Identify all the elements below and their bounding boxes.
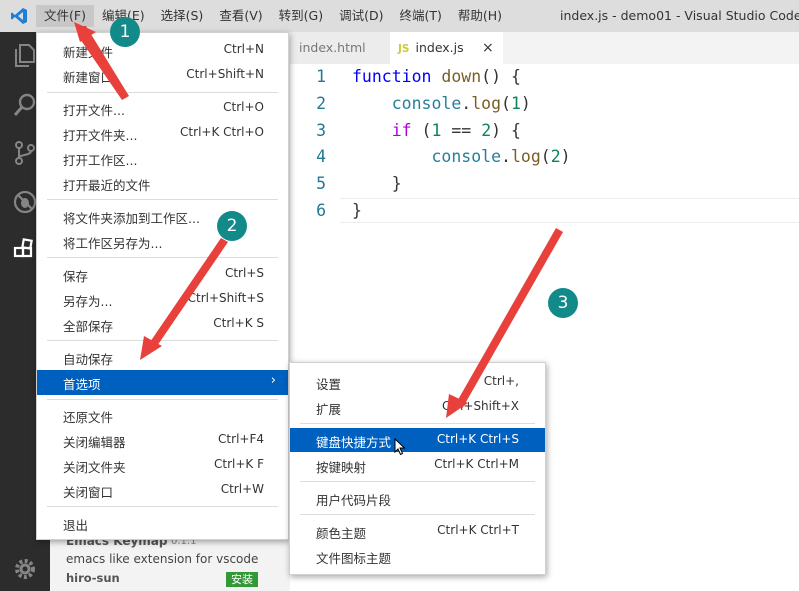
vscode-logo-icon <box>11 8 27 24</box>
mouse-cursor-icon <box>394 438 406 456</box>
menu-item-save-as[interactable]: 另存为... Ctrl+Shift+S <box>37 287 288 312</box>
submenu-item-file-icon-theme[interactable]: 文件图标主题 <box>290 544 545 568</box>
menu-go[interactable]: 转到(G) <box>271 5 331 27</box>
gear-icon[interactable] <box>12 556 38 582</box>
menu-separator <box>47 92 278 93</box>
code-line: console.log(2) <box>431 147 571 166</box>
preferences-submenu: 设置 Ctrl+, 扩展 Ctrl+Shift+X 键盘快捷方式 Ctrl+K Ctr… <box>289 362 546 575</box>
tab-index-html[interactable]: index.html <box>290 32 390 64</box>
menu-separator <box>300 514 535 515</box>
install-button[interactable]: 安装 <box>226 572 258 587</box>
extensions-icon[interactable] <box>12 238 38 264</box>
submenu-item-keyboard-shortcuts[interactable]: 键盘快捷方式 Ctrl+K Ctrl+S <box>290 428 545 452</box>
submenu-item-color-theme[interactable]: 颜色主题 Ctrl+K Ctrl+T <box>290 519 545 543</box>
menu-item-save[interactable]: 保存 Ctrl+S <box>37 262 288 287</box>
menu-item-new-window[interactable]: 新建窗口 Ctrl+Shift+N <box>37 63 288 88</box>
menu-item-close-window[interactable]: 关闭窗口 Ctrl+W <box>37 478 288 503</box>
menu-item-save-all[interactable]: 全部保存 Ctrl+K S <box>37 312 288 337</box>
current-line-highlight <box>340 198 799 223</box>
menu-separator <box>300 481 535 482</box>
menu-terminal[interactable]: 终端(T) <box>391 5 449 27</box>
chevron-right-icon: › <box>270 373 276 388</box>
line-number: 2 <box>316 94 326 113</box>
file-menu-dropdown: 新建文件 Ctrl+N 新建窗口 Ctrl+Shift+N 打开文件... Ctrl+… <box>36 32 289 540</box>
line-number: 6 <box>316 201 326 220</box>
line-number: 1 <box>316 67 326 86</box>
tab-label: index.js <box>415 40 464 55</box>
js-file-icon: JS <box>398 43 410 55</box>
code-line: console.log(1) <box>391 94 531 113</box>
step-badge-3: 3 <box>548 288 578 318</box>
menu-item-open-recent[interactable]: 打开最近的文件 <box>37 171 288 196</box>
menu-debug[interactable]: 调试(D) <box>331 5 391 27</box>
menu-item-auto-save[interactable]: 自动保存 <box>37 345 288 370</box>
extension-author: hiro-sun <box>66 571 120 585</box>
close-icon[interactable]: × <box>482 32 494 64</box>
step-badge-1: 1 <box>110 17 140 47</box>
menu-view[interactable]: 查看(V) <box>211 5 270 27</box>
menu-item-open-folder[interactable]: 打开文件夹... Ctrl+K Ctrl+O <box>37 121 288 146</box>
code-line: } <box>352 174 402 193</box>
extension-description: emacs like extension for vscode <box>66 552 259 566</box>
line-number: 3 <box>316 121 326 140</box>
menu-separator <box>47 399 278 400</box>
explorer-icon[interactable] <box>12 42 38 68</box>
code-line: } <box>352 201 362 220</box>
search-icon[interactable] <box>12 92 38 118</box>
source-control-icon[interactable] <box>12 140 38 166</box>
submenu-item-settings[interactable]: 设置 Ctrl+, <box>290 370 545 394</box>
menu-item-close-folder[interactable]: 关闭文件夹 Ctrl+K F <box>37 453 288 478</box>
menu-help[interactable]: 帮助(H) <box>450 5 510 27</box>
menu-item-add-folder-to-workspace[interactable]: 将文件夹添加到工作区... <box>37 204 288 229</box>
menu-separator <box>47 506 278 507</box>
menu-separator <box>300 423 535 424</box>
menu-bar: 文件(F) 编辑(E) 选择(S) 查看(V) 转到(G) 调试(D) 终端(T… <box>36 0 510 32</box>
line-number: 5 <box>316 174 326 193</box>
submenu-item-extensions[interactable]: 扩展 Ctrl+Shift+X <box>290 395 545 419</box>
menu-item-revert-file[interactable]: 还原文件 <box>37 403 288 428</box>
line-number: 4 <box>316 147 326 166</box>
menu-item-open-workspace[interactable]: 打开工作区... <box>37 146 288 171</box>
menu-item-close-editor[interactable]: 关闭编辑器 Ctrl+F4 <box>37 428 288 453</box>
submenu-item-keymaps[interactable]: 按键映射 Ctrl+K Ctrl+M <box>290 453 545 477</box>
menu-item-save-workspace-as[interactable]: 将工作区另存为... <box>37 229 288 254</box>
menu-item-exit[interactable]: 退出 <box>37 511 288 536</box>
code-line: function down() { <box>352 67 521 86</box>
menu-item-open-file[interactable]: 打开文件... Ctrl+O <box>37 96 288 121</box>
menu-separator <box>47 340 278 341</box>
menu-separator <box>47 199 278 200</box>
menu-selection[interactable]: 选择(S) <box>153 5 212 27</box>
debug-icon[interactable] <box>12 189 38 215</box>
code-line: if (1 == 2) { <box>391 121 521 140</box>
menu-file[interactable]: 文件(F) <box>36 5 94 27</box>
menu-item-preferences[interactable]: 首选项 › <box>37 370 288 395</box>
step-badge-2: 2 <box>217 211 247 241</box>
window-title: index.js - demo01 - Visual Studio Code <box>560 8 799 23</box>
menu-item-new-file[interactable]: 新建文件 Ctrl+N <box>37 38 288 63</box>
tab-bar: index.html JS index.js × <box>290 32 799 64</box>
menu-separator <box>47 257 278 258</box>
submenu-item-user-snippets[interactable]: 用户代码片段 <box>290 486 545 510</box>
